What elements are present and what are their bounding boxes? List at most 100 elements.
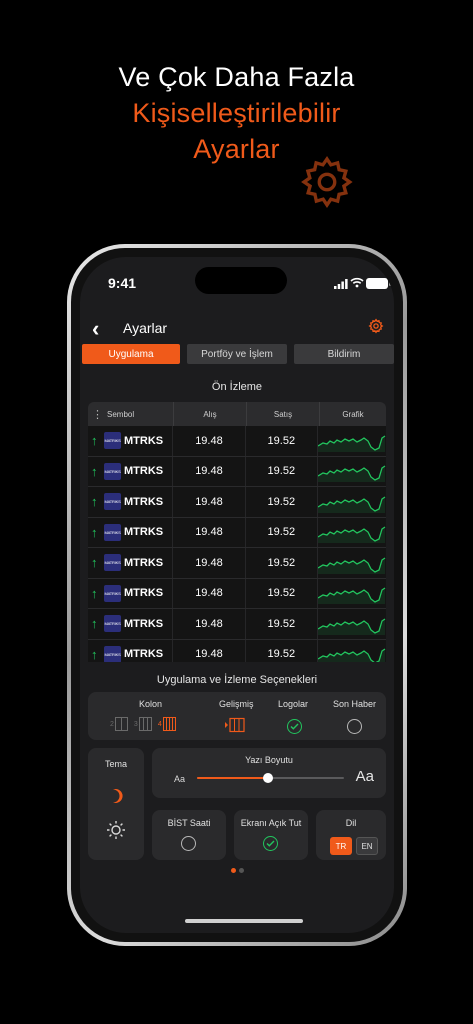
kolon-option-label: 4 bbox=[157, 720, 162, 728]
symbol-cell: ↑ MATRIKS MTRKS bbox=[88, 487, 174, 517]
drag-handle-icon[interactable]: ⋮ bbox=[92, 408, 103, 421]
table-row[interactable]: ↑ MATRIKS MTRKS 19.48 19.52 bbox=[88, 609, 386, 640]
font-size-label: Yazı Boyutu bbox=[245, 755, 293, 765]
company-logo: MATRIKS bbox=[104, 615, 121, 633]
symbol-text: MTRKS bbox=[124, 587, 164, 600]
slider-knob[interactable] bbox=[262, 773, 273, 783]
symbol-text: MTRKS bbox=[124, 495, 164, 508]
symbol-text: MTRKS bbox=[124, 526, 164, 539]
kolon-selector: 2 3 4 bbox=[110, 717, 176, 731]
logolar-label: Logolar bbox=[278, 699, 309, 709]
company-logo: MATRIKS bbox=[104, 523, 121, 541]
tab-portfoy-islem[interactable]: Portföy ve İşlem bbox=[187, 344, 287, 364]
sparkline-chart bbox=[318, 557, 386, 574]
symbol-cell: ↑ MATRIKS MTRKS bbox=[88, 456, 174, 486]
page-dot-active[interactable] bbox=[230, 868, 236, 873]
son-haber-label: Son Haber bbox=[333, 699, 377, 709]
preview-title: Ön İzleme bbox=[211, 381, 263, 393]
ask-cell: 19.52 bbox=[246, 639, 318, 662]
up-arrow-icon: ↑ bbox=[91, 555, 98, 571]
battery-icon bbox=[366, 278, 391, 289]
bid-cell: 19.48 bbox=[173, 426, 246, 456]
status-bar: 9:41 bbox=[80, 257, 394, 307]
sparkline-cell bbox=[318, 640, 386, 662]
sun-icon[interactable] bbox=[106, 820, 126, 840]
company-logo: MATRIKS bbox=[104, 554, 121, 572]
column-header-sembol[interactable]: ⋮ Sembol bbox=[88, 402, 174, 426]
table-row[interactable]: ↑ MATRIKS MTRKS 19.48 19.52 bbox=[88, 426, 386, 457]
headline-line-2: Kişiselleştirilebilir bbox=[132, 98, 341, 128]
font-size-slider[interactable] bbox=[197, 773, 344, 783]
language-option-en[interactable]: EN bbox=[356, 837, 378, 855]
up-arrow-icon: ↑ bbox=[91, 524, 98, 540]
ask-cell: 19.52 bbox=[246, 487, 318, 517]
symbol-text: MTRKS bbox=[124, 648, 164, 661]
sparkline-cell bbox=[318, 609, 386, 639]
font-size-card: Yazı Boyutu Aa Aa bbox=[152, 748, 386, 798]
slider-fill bbox=[197, 777, 268, 779]
bid-cell: 19.48 bbox=[173, 609, 246, 639]
up-arrow-icon: ↑ bbox=[91, 433, 98, 449]
kolon-option-3[interactable]: 3 bbox=[134, 717, 152, 731]
kolon-option-2[interactable]: 2 bbox=[110, 717, 128, 731]
bid-cell: 19.48 bbox=[173, 639, 246, 662]
sparkline-chart bbox=[318, 648, 386, 662]
bist-toggle[interactable] bbox=[181, 836, 196, 851]
kolon-option-label: 3 bbox=[133, 720, 138, 728]
language-label: Dil bbox=[345, 818, 357, 828]
ekran-toggle[interactable] bbox=[263, 836, 278, 851]
sparkline-chart bbox=[318, 435, 386, 452]
ekran-card: Ekranı Açık Tut bbox=[234, 810, 308, 860]
up-arrow-icon: ↑ bbox=[91, 616, 98, 632]
table-row[interactable]: ↑ MATRIKS MTRKS 19.48 19.52 bbox=[88, 578, 386, 609]
back-button[interactable]: ‹ bbox=[92, 318, 99, 340]
column-header-grafik[interactable]: Grafik bbox=[320, 402, 386, 426]
table-row[interactable]: ↑ MATRIKS MTRKS 19.48 19.52 bbox=[88, 517, 386, 548]
table-row[interactable]: ↑ MATRIKS MTRKS 19.48 19.52 bbox=[88, 456, 386, 487]
preview-table: ⋮ Sembol Alış Satış Grafik ↑ MATRIKS MTRKS… bbox=[88, 402, 386, 662]
company-logo: MATRIKS bbox=[104, 432, 121, 450]
sparkline-chart bbox=[318, 526, 386, 544]
table-row[interactable]: ↑ MATRIKS MTRKS 19.48 19.52 bbox=[88, 548, 386, 579]
advanced-columns-icon[interactable] bbox=[224, 717, 246, 733]
ask-cell: 19.52 bbox=[246, 426, 318, 456]
son-haber-toggle[interactable] bbox=[347, 719, 362, 734]
sparkline-cell bbox=[318, 487, 386, 517]
sparkline-chart bbox=[318, 587, 386, 605]
page-dot[interactable] bbox=[238, 868, 244, 873]
signal-icon bbox=[334, 279, 348, 289]
moon-icon[interactable] bbox=[108, 788, 124, 804]
up-arrow-icon: ↑ bbox=[91, 646, 98, 662]
gear-icon[interactable] bbox=[368, 318, 384, 334]
table-row[interactable]: ↑ MATRIKS MTRKS 19.48 19.52 bbox=[88, 639, 386, 662]
kolon-option-4[interactable]: 4 bbox=[158, 717, 176, 731]
font-size-small-label: Aa bbox=[174, 774, 186, 784]
gear-icon bbox=[301, 156, 353, 209]
language-card: Dil TR EN bbox=[316, 810, 386, 860]
sparkline-cell bbox=[318, 457, 386, 487]
settings-tabs: Uygulama Portföy ve İşlem Bildirim bbox=[82, 344, 394, 364]
tab-bildirim[interactable]: Bildirim bbox=[294, 344, 394, 364]
status-time: 9:41 bbox=[108, 275, 137, 291]
bid-cell: 19.48 bbox=[173, 517, 246, 547]
options-title: Uygulama ve İzleme Seçenekleri bbox=[156, 674, 318, 686]
check-icon bbox=[266, 840, 275, 847]
column-header-alis[interactable]: Alış bbox=[174, 402, 247, 426]
symbol-cell: ↑ MATRIKS MTRKS bbox=[88, 548, 174, 578]
bid-cell: 19.48 bbox=[173, 578, 246, 608]
wifi-icon bbox=[350, 277, 364, 288]
options-card: Kolon 2 3 4 Gelişmiş Logolar Son Haber bbox=[88, 692, 386, 740]
bid-cell: 19.48 bbox=[173, 548, 246, 578]
tab-uygulama[interactable]: Uygulama bbox=[82, 344, 180, 364]
language-option-tr[interactable]: TR bbox=[330, 837, 352, 855]
column-header-satis[interactable]: Satış bbox=[247, 402, 320, 426]
up-arrow-icon: ↑ bbox=[91, 463, 98, 479]
table-row[interactable]: ↑ MATRIKS MTRKS 19.48 19.52 bbox=[88, 487, 386, 518]
symbol-cell: ↑ MATRIKS MTRKS bbox=[88, 609, 174, 639]
bid-cell: 19.48 bbox=[173, 456, 246, 486]
app-screen: 9:41 ‹ Ayarlar Uygulama Portföy ve İşlem… bbox=[80, 257, 394, 933]
up-arrow-icon: ↑ bbox=[91, 585, 98, 601]
company-logo: MATRIKS bbox=[104, 493, 121, 511]
symbol-text: MTRKS bbox=[124, 465, 164, 478]
logolar-toggle[interactable] bbox=[287, 719, 302, 734]
